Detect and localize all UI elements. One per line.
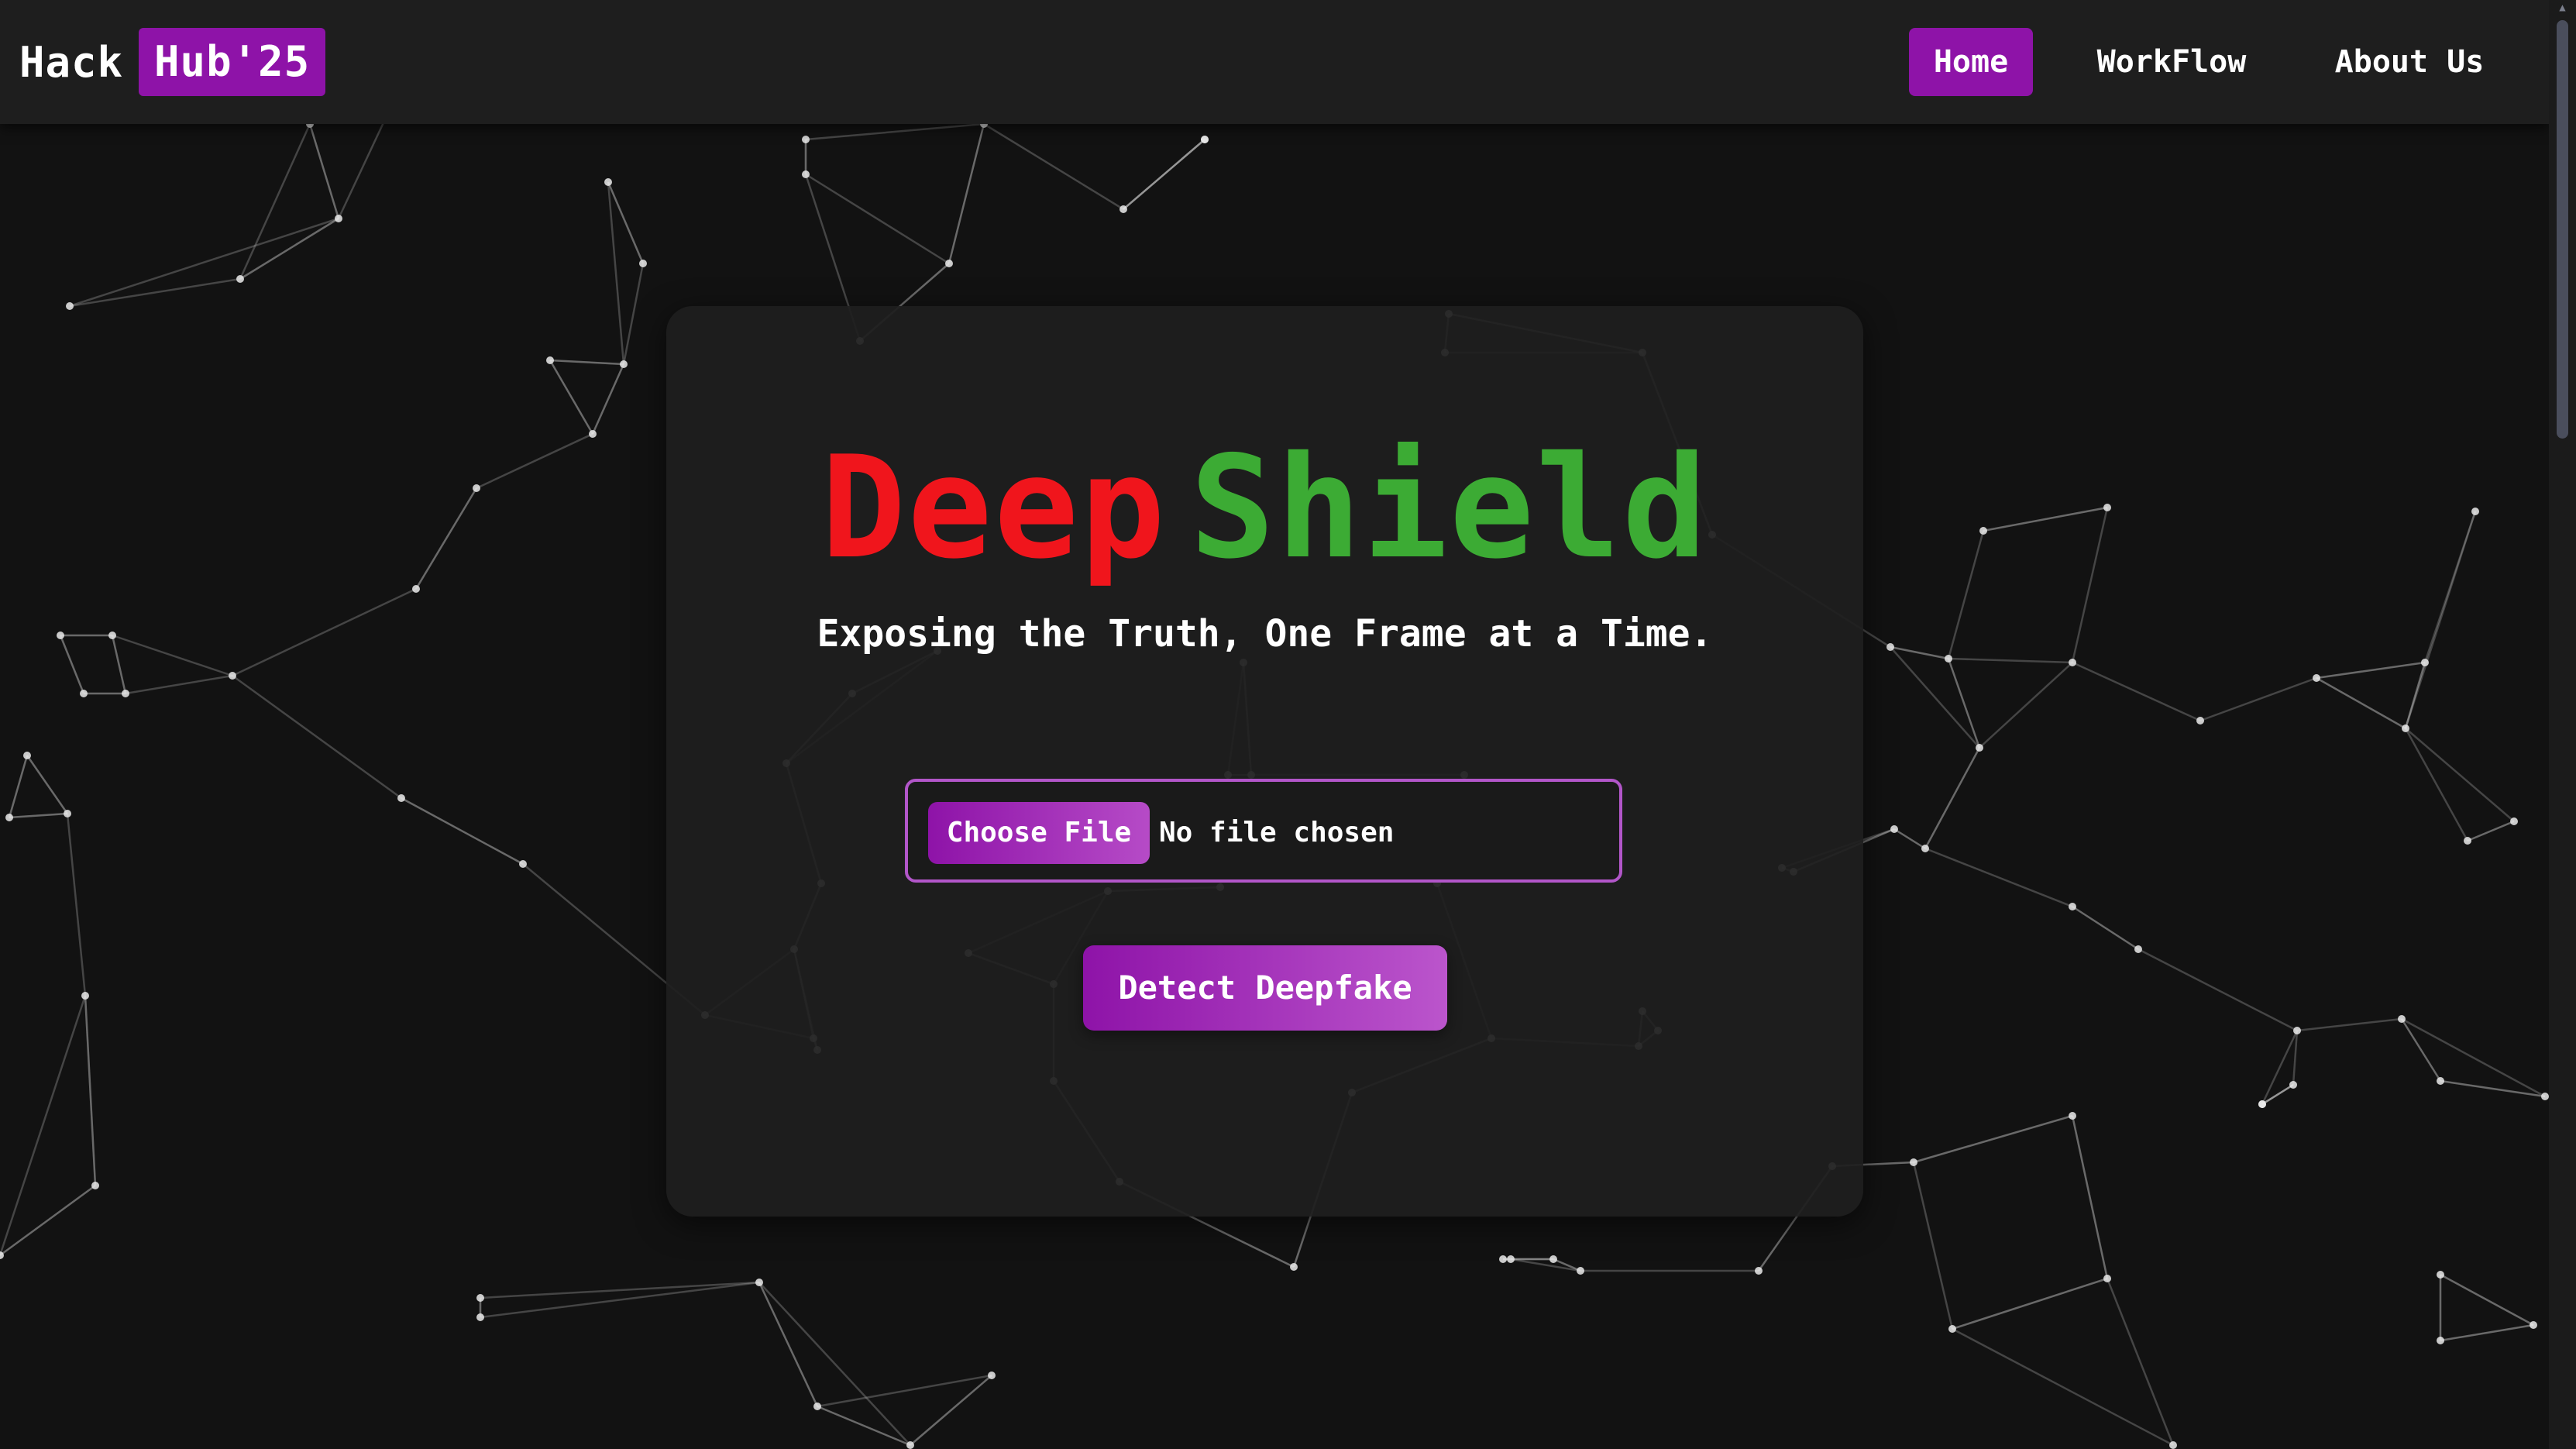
file-status-text: No file chosen xyxy=(1159,817,1395,848)
title-shield: Shield xyxy=(1189,425,1709,590)
logo-badge: Hub'25 xyxy=(139,28,326,96)
logo[interactable]: Hack Hub'25 xyxy=(19,28,326,96)
tagline: Exposing the Truth, One Frame at a Time. xyxy=(817,612,1713,656)
choose-file-button[interactable]: Choose File xyxy=(928,802,1150,864)
file-upload-input[interactable]: Choose File No file chosen xyxy=(905,779,1622,883)
nav-home-link[interactable]: Home xyxy=(1909,28,2033,96)
nav-workflow-link[interactable]: WorkFlow xyxy=(2076,28,2267,96)
scroll-up-arrow-icon[interactable]: ▲ xyxy=(2549,0,2576,15)
app-title: Deep Shield xyxy=(666,418,1863,597)
logo-text: Hack xyxy=(19,37,124,87)
scrollbar[interactable]: ▲ xyxy=(2549,0,2576,1449)
navbar: Hack Hub'25 Home WorkFlow About Us xyxy=(0,0,2549,124)
nav-about-us-link[interactable]: About Us xyxy=(2316,28,2502,96)
detect-deepfake-button[interactable]: Detect Deepfake xyxy=(1083,945,1447,1031)
title-deep: Deep xyxy=(820,425,1167,590)
upload-card: Deep Shield Exposing the Truth, One Frame… xyxy=(666,306,1863,1217)
page: Hack Hub'25 Home WorkFlow About Us Deep S… xyxy=(0,0,2576,1449)
scrollbar-thumb[interactable] xyxy=(2557,20,2568,439)
